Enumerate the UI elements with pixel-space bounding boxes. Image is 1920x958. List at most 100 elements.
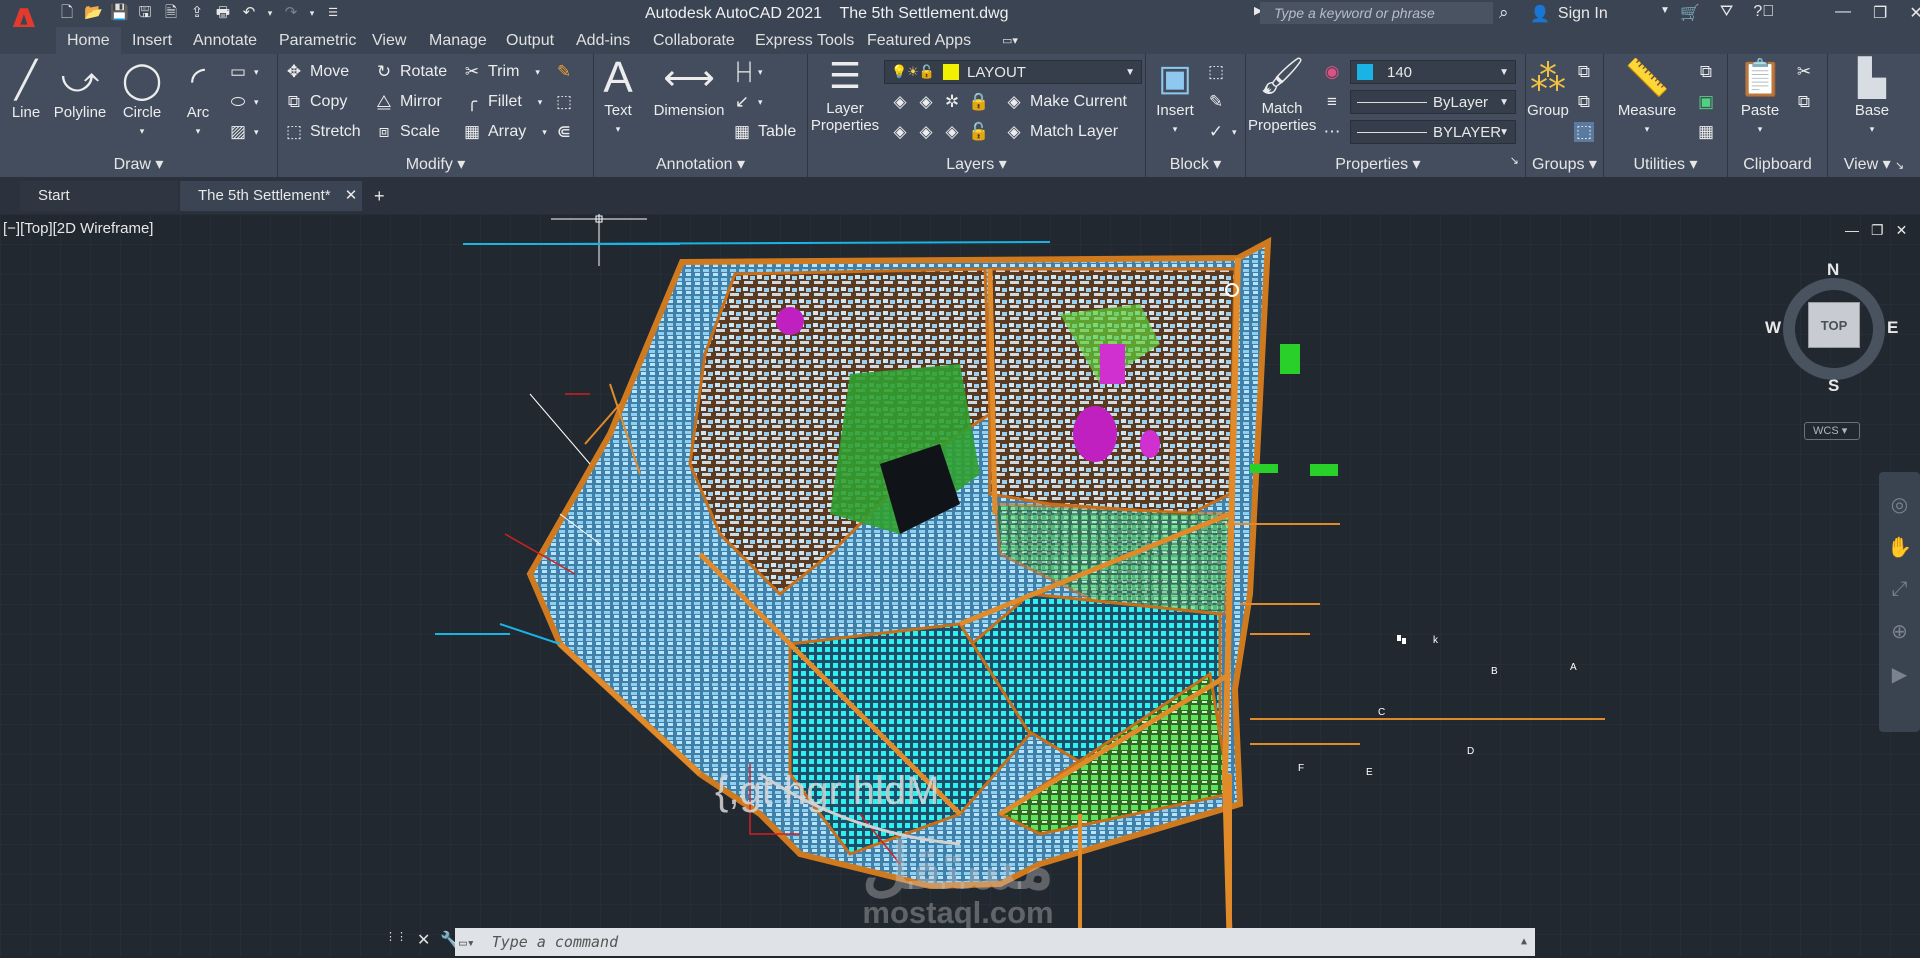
- draw-panel-title[interactable]: Draw ▾: [0, 154, 277, 174]
- zoom-extents-icon[interactable]: ⤢: [1892, 578, 1908, 601]
- layer-tools-row-1[interactable]: ◈ ◈ ✲ 🔒: [890, 92, 989, 112]
- insert-block-button[interactable]: ▣ Insert ▾: [1150, 58, 1200, 136]
- array-button[interactable]: ▦ Array ▾: [462, 122, 547, 142]
- layer-tools-row-2[interactable]: ◈ ◈ ◈ 🔓: [890, 122, 989, 142]
- dimension-button[interactable]: ⟷ Dimension: [650, 58, 728, 120]
- minimize-icon[interactable]: —: [1835, 3, 1851, 23]
- polyline-button[interactable]: ⤻ Polyline: [52, 60, 108, 122]
- tab-output[interactable]: Output: [506, 32, 554, 50]
- make-current-button[interactable]: ◈ Make Current: [1004, 92, 1126, 112]
- search-icon[interactable]: ⌕: [1499, 3, 1519, 23]
- scale-button[interactable]: ⧈ Scale: [374, 122, 440, 142]
- start-tab[interactable]: Start: [20, 181, 178, 211]
- undo-icon[interactable]: ↶: [240, 4, 258, 22]
- measure-button[interactable]: 📏 Measure ▾: [1614, 58, 1680, 136]
- color-dropdown[interactable]: 140 ▼: [1350, 60, 1516, 84]
- drag-handle-icon[interactable]: ⋮⋮: [385, 930, 407, 950]
- save-as-icon[interactable]: 🖫: [136, 4, 154, 22]
- pan-icon[interactable]: ✋: [1887, 535, 1912, 560]
- close-icon[interactable]: ✕: [1909, 3, 1920, 23]
- viewport-restore-icon[interactable]: ❐: [1871, 222, 1884, 239]
- copy-button[interactable]: ⧉ Copy: [284, 92, 347, 112]
- hatch-button[interactable]: ▨ ▾: [228, 122, 259, 142]
- ellipse-button[interactable]: ⬭ ▾: [228, 92, 259, 112]
- save-web-icon[interactable]: ⇪: [188, 4, 206, 22]
- compass-north[interactable]: N: [1827, 260, 1839, 280]
- match-layer-button[interactable]: ◈ Match Layer: [1004, 122, 1118, 142]
- sign-in-dropdown-icon[interactable]: ▼: [1660, 5, 1670, 16]
- tab-add-ins[interactable]: Add-ins: [576, 32, 630, 50]
- redo-dropdown-icon[interactable]: ▾: [308, 4, 316, 22]
- create-block-button[interactable]: ⬚: [1206, 62, 1226, 82]
- quick-select-button[interactable]: ⧉: [1696, 62, 1716, 82]
- group-button[interactable]: ⁂ Group: [1526, 58, 1570, 120]
- rotate-button[interactable]: ↻ Rotate: [374, 62, 447, 82]
- tab-home[interactable]: Home: [56, 27, 121, 54]
- tab-featured-apps[interactable]: Featured Apps: [867, 32, 971, 50]
- modify-panel-title[interactable]: Modify ▾: [278, 154, 593, 174]
- stretch-button[interactable]: ⬚ Stretch: [284, 122, 361, 142]
- erase-button[interactable]: ✎: [554, 62, 574, 82]
- close-icon[interactable]: ✕: [417, 930, 430, 950]
- sign-in-button[interactable]: 👤 Sign In: [1530, 4, 1608, 24]
- cut-button[interactable]: ✂: [1794, 62, 1814, 82]
- close-tab-icon[interactable]: ✕: [345, 187, 358, 204]
- compass-east[interactable]: E: [1887, 318, 1898, 338]
- customize-qat-icon[interactable]: ☰: [324, 4, 342, 22]
- showmotion-icon[interactable]: ▶: [1892, 662, 1907, 687]
- linetype-dropdown[interactable]: ByLayer ▼: [1350, 90, 1516, 114]
- command-expand-icon[interactable]: ▲: [1521, 928, 1527, 956]
- cart-icon[interactable]: 🛒: [1680, 3, 1700, 23]
- layer-dropdown[interactable]: 💡☀🔓 LAYOUT ▼: [884, 60, 1142, 84]
- orbit-icon[interactable]: ⊕: [1891, 619, 1908, 644]
- save-icon[interactable]: 💾: [110, 4, 129, 22]
- copy-clip-button[interactable]: ⧉: [1794, 92, 1814, 112]
- match-properties-button[interactable]: 🖌 Match Properties: [1248, 56, 1316, 135]
- calculator-button[interactable]: ▦: [1696, 122, 1716, 142]
- command-history-icon[interactable]: ▭▾: [459, 936, 475, 951]
- text-button[interactable]: A Text ▾: [602, 56, 634, 136]
- layers-panel-title[interactable]: Layers ▾: [808, 154, 1145, 174]
- tab-annotate[interactable]: Annotate: [193, 32, 257, 50]
- layer-properties-button[interactable]: ☰ Layer Properties: [808, 56, 882, 135]
- ungroup-button[interactable]: ⧉: [1574, 62, 1594, 82]
- line-button[interactable]: ╱ Line: [6, 60, 46, 122]
- compass-west[interactable]: W: [1765, 318, 1781, 338]
- properties-panel-title[interactable]: Properties ▾ ↘: [1246, 154, 1525, 174]
- command-input[interactable]: Type a command: [492, 933, 618, 951]
- mirror-button[interactable]: ⧋ Mirror: [374, 92, 441, 112]
- redo-icon[interactable]: ↷: [282, 4, 300, 22]
- lineweight-dropdown[interactable]: BYLAYER ▼: [1350, 120, 1516, 144]
- tab-parametric[interactable]: Parametric: [279, 32, 356, 50]
- base-view-button[interactable]: ▙ Base ▾: [1842, 58, 1902, 136]
- explode-button[interactable]: ⬚: [554, 92, 574, 112]
- tab-collaborate[interactable]: Collaborate: [653, 32, 735, 50]
- arc-button[interactable]: ◜ Arc ▾: [176, 60, 220, 138]
- circle-button[interactable]: ◯ Circle ▾: [118, 60, 166, 138]
- open-web-icon[interactable]: 🗎: [162, 4, 180, 22]
- tab-view[interactable]: View: [372, 32, 406, 50]
- leader-button[interactable]: ↙ ▾: [732, 92, 763, 112]
- view-panel-title[interactable]: View ▾ ↘: [1828, 154, 1920, 174]
- linear-dim-button[interactable]: ├┤ ▾: [732, 62, 763, 82]
- undo-dropdown-icon[interactable]: ▾: [266, 4, 274, 22]
- new-icon[interactable]: 🗋: [58, 4, 76, 22]
- restore-icon[interactable]: ❐: [1873, 3, 1887, 23]
- table-button[interactable]: ▦ Table: [732, 122, 796, 142]
- tab-express-tools[interactable]: Express Tools: [755, 32, 854, 50]
- viewport-controls-label[interactable]: [−][Top][2D Wireframe]: [3, 220, 153, 237]
- compass-south[interactable]: S: [1828, 376, 1839, 396]
- autodesk-app-icon[interactable]: ⛛: [1720, 3, 1733, 23]
- rectangle-button[interactable]: ▭ ▾: [228, 62, 259, 82]
- attribute-button[interactable]: ✓ ▾: [1206, 122, 1237, 142]
- utilities-panel-title[interactable]: Utilities ▾: [1604, 154, 1727, 174]
- annotation-panel-title[interactable]: Annotation ▾: [594, 154, 807, 174]
- block-panel-title[interactable]: Block ▾: [1146, 154, 1245, 174]
- group-select-button[interactable]: ⬚: [1574, 122, 1594, 142]
- plot-icon[interactable]: 🖶: [214, 4, 232, 22]
- groups-panel-title[interactable]: Groups ▾: [1526, 154, 1603, 174]
- new-tab-button[interactable]: +: [366, 181, 398, 211]
- help-icon[interactable]: ?⃝: [1753, 3, 1774, 23]
- open-icon[interactable]: 📂: [84, 4, 103, 22]
- offset-button[interactable]: ⋐: [554, 122, 574, 142]
